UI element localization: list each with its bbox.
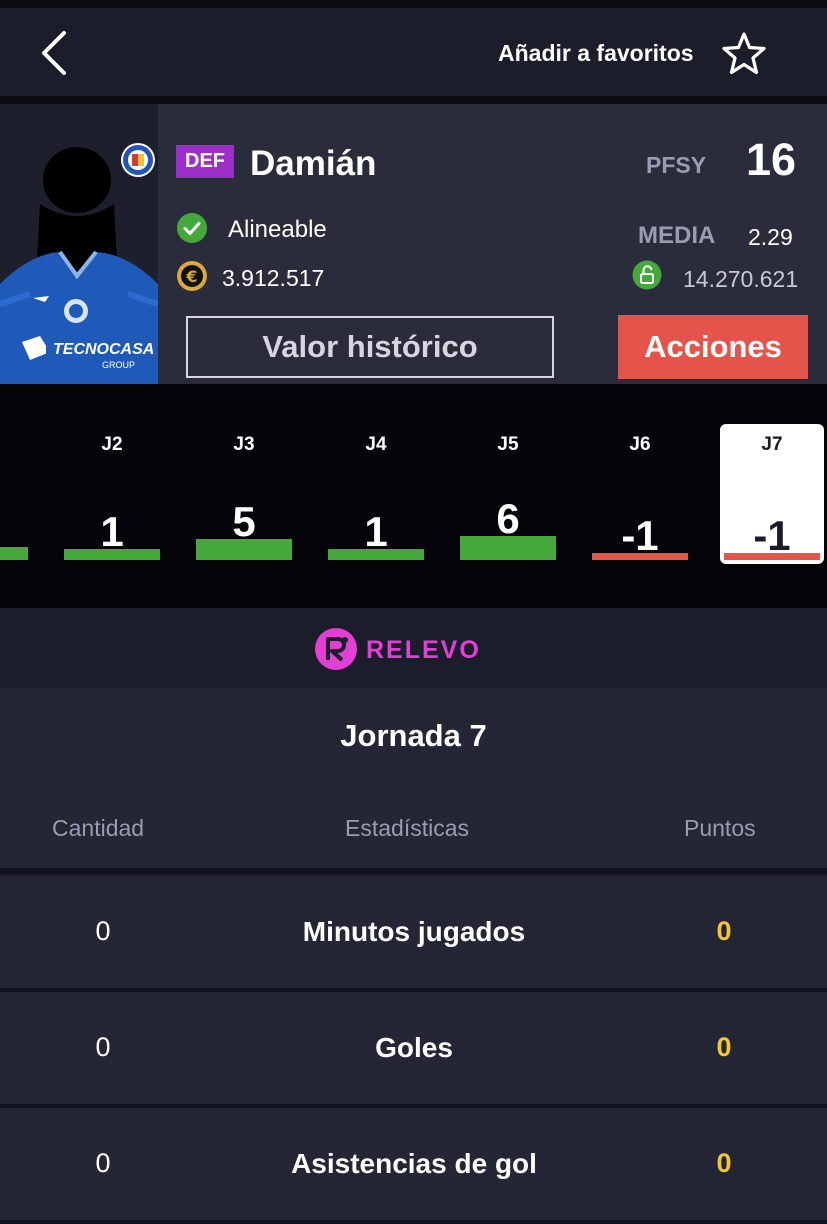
sponsor-name: RELEVO xyxy=(366,636,481,664)
status-strip xyxy=(0,0,827,8)
pfsy-label: PFSY xyxy=(646,152,707,178)
market-value: 3.912.517 xyxy=(222,265,325,291)
round-points: 1 xyxy=(100,508,124,556)
round-points-bar xyxy=(724,553,820,560)
unlock-icon xyxy=(632,260,662,290)
rounds-points-strip: J2 1 J3 5 J4 1 J5 6 J6 -1 J7 -1 xyxy=(0,384,827,608)
average-label: MEDIA xyxy=(638,222,716,249)
round-item[interactable]: J3 5 xyxy=(196,384,292,608)
round-label: J4 xyxy=(365,434,387,455)
check-circle-icon xyxy=(177,213,207,243)
round-points-bar xyxy=(64,549,160,560)
round-points-bar xyxy=(0,546,28,560)
round-points-bar xyxy=(196,539,292,560)
top-bar: Añadir a favoritos xyxy=(0,8,827,96)
stat-name: Asistencias de gol xyxy=(291,1148,537,1179)
history-value-button[interactable]: Valor histórico xyxy=(186,316,554,378)
euro-coin-icon: € xyxy=(177,261,207,291)
svg-text:€: € xyxy=(185,267,197,286)
stat-name: Minutos jugados xyxy=(302,916,526,947)
round-item[interactable] xyxy=(0,384,28,608)
star-outline-icon[interactable] xyxy=(720,30,768,78)
round-item[interactable]: J5 6 xyxy=(460,384,556,608)
stat-quantity: 0 xyxy=(95,1032,111,1062)
round-label: J2 xyxy=(101,434,123,455)
round-points: -1 xyxy=(621,512,659,559)
stat-row: 0 Goles 0 xyxy=(0,992,827,1104)
average-value: 2.29 xyxy=(748,224,793,250)
release-clause-value: 14.270.621 xyxy=(683,266,799,292)
round-label: J6 xyxy=(629,434,651,455)
column-header-points: Puntos xyxy=(684,815,756,841)
column-header-stat: Estadísticas xyxy=(345,815,469,841)
player-name: Damián xyxy=(250,144,377,183)
row-divider xyxy=(0,1220,827,1224)
stat-row: 0 Minutos jugados 0 xyxy=(0,876,827,988)
svg-text:GROUP: GROUP xyxy=(102,360,135,370)
round-title: Jornada 7 xyxy=(340,718,487,753)
round-points-bar xyxy=(592,553,688,560)
pfsy-total-points: 16 xyxy=(746,134,797,185)
stat-quantity: 0 xyxy=(95,1148,111,1178)
round-points: 5 xyxy=(232,498,256,545)
column-header-quantity: Cantidad xyxy=(52,815,145,841)
availability-status: Alineable xyxy=(228,216,327,243)
add-to-favorites-label[interactable]: Añadir a favoritos xyxy=(498,40,694,67)
stat-name: Goles xyxy=(375,1032,453,1063)
round-points-bar xyxy=(328,549,424,560)
stat-points: 0 xyxy=(716,916,732,946)
round-label: J3 xyxy=(233,434,255,455)
svg-text:TECNOCASA: TECNOCASA xyxy=(53,341,154,358)
round-points: 1 xyxy=(364,508,388,556)
round-item[interactable]: J6 -1 xyxy=(592,384,688,608)
stat-quantity: 0 xyxy=(95,916,111,946)
round-points: -1 xyxy=(753,512,791,559)
player-card: TECNOCASA GROUP DEF Damián Alineable € 3… xyxy=(0,104,827,384)
round-points-bar xyxy=(460,536,556,560)
relevo-logo: RELEVO xyxy=(315,628,481,670)
actions-button[interactable]: Acciones xyxy=(618,315,808,379)
chevron-left-icon[interactable] xyxy=(34,28,74,78)
club-crest-icon xyxy=(121,143,155,177)
round-item-selected[interactable]: J7 -1 xyxy=(720,384,824,608)
round-label: J7 xyxy=(761,434,783,455)
stat-row: 0 Asistencias de gol 0 xyxy=(0,1108,827,1220)
round-points: 6 xyxy=(496,495,520,543)
stat-points: 0 xyxy=(716,1032,732,1062)
header-divider xyxy=(0,96,827,104)
stat-points: 0 xyxy=(716,1148,732,1178)
round-item[interactable]: J4 1 xyxy=(328,384,424,608)
round-item[interactable]: J2 1 xyxy=(64,384,160,608)
table-header-divider xyxy=(0,868,827,874)
position-badge: DEF xyxy=(176,145,234,178)
round-label: J5 xyxy=(497,434,519,455)
